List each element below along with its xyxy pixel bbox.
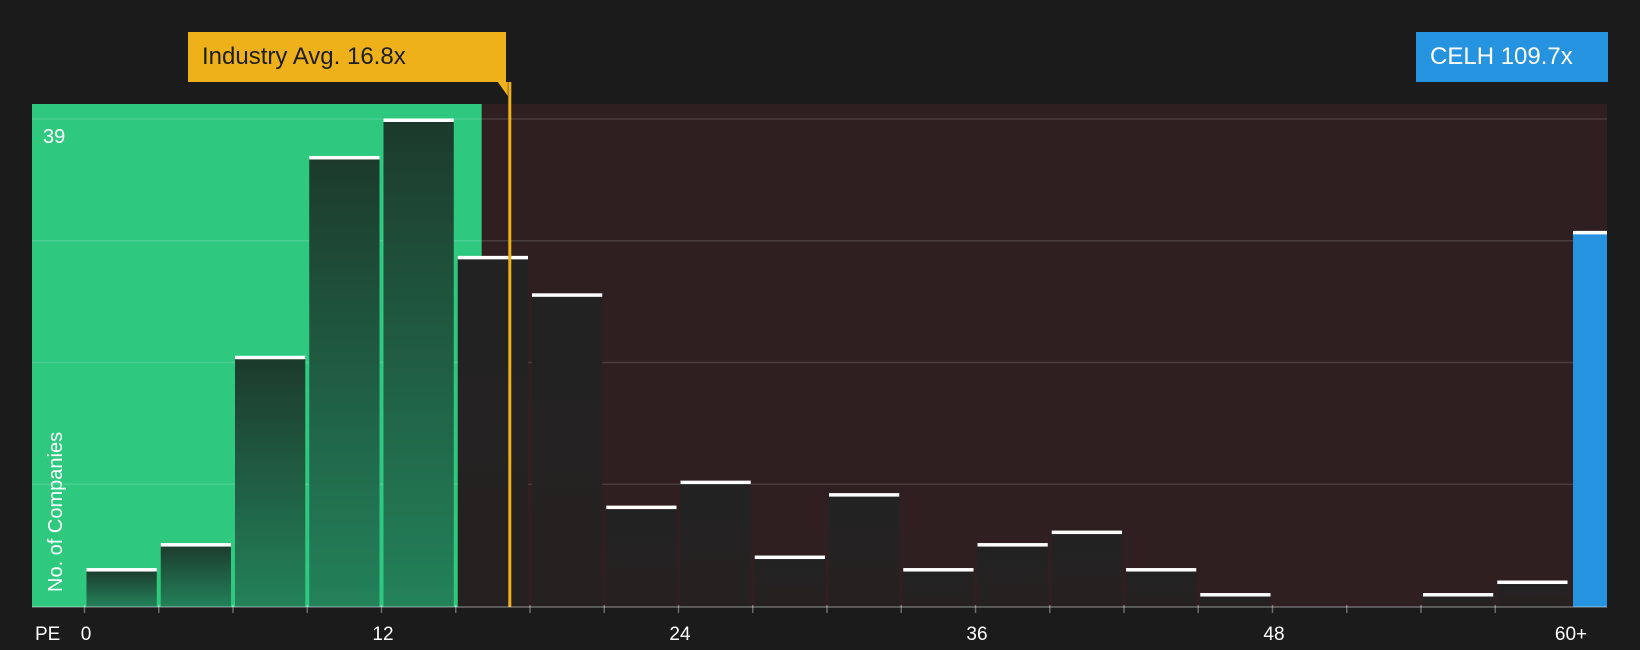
x-tick-label: 24 — [669, 624, 691, 645]
bar-top-marker — [1126, 568, 1197, 572]
bar-top-marker — [457, 255, 528, 260]
histogram-bar — [977, 544, 1048, 607]
y-axis-label: No. of Companies — [45, 432, 67, 592]
histogram-bar — [1126, 569, 1197, 607]
bar-top-marker — [235, 355, 306, 360]
x-tick-label: 48 — [1263, 624, 1284, 645]
histogram-bar — [680, 482, 751, 607]
bar-top-marker — [977, 543, 1048, 547]
histogram-bar — [383, 120, 454, 607]
company-bar-top-marker — [1573, 230, 1607, 235]
company-ticker: CELH — [1430, 43, 1495, 70]
bar-top-marker — [532, 293, 603, 297]
industry-average-badge: Industry Avg. 16.8x — [188, 32, 506, 82]
histogram-bar — [754, 557, 825, 607]
x-axis-label: PE — [35, 624, 60, 645]
histogram-bar — [235, 357, 306, 607]
company-bar — [1573, 232, 1607, 607]
histogram-bar — [829, 494, 900, 607]
histogram-bar — [1051, 532, 1122, 607]
bar-top-marker — [680, 480, 751, 485]
histogram-bar — [903, 569, 974, 607]
industry-average-value: 16.8x — [346, 43, 406, 70]
bar-top-marker — [754, 555, 825, 560]
histogram-bar — [457, 257, 528, 607]
bar-top-marker — [1051, 530, 1122, 535]
bar-top-marker — [1423, 593, 1494, 597]
bar-top-marker — [829, 493, 900, 497]
x-tick-label: 36 — [966, 624, 987, 645]
bar-top-marker — [1497, 580, 1568, 585]
bar-top-marker — [1200, 593, 1271, 597]
company-pe-value: 109.7x — [1500, 43, 1573, 70]
bar-top-marker — [903, 568, 974, 572]
histogram-bar — [1497, 582, 1568, 607]
histogram-bar — [86, 569, 157, 607]
histogram-bar — [309, 157, 380, 607]
histogram-bar — [532, 294, 603, 607]
bar-top-marker — [309, 155, 380, 160]
x-tick-label: 60+ — [1555, 624, 1587, 645]
industry-average-pointer — [497, 82, 508, 96]
histogram-bar — [606, 507, 677, 607]
x-tick-label: 12 — [372, 624, 393, 645]
bar-top-marker — [160, 543, 231, 547]
company-pe-badge: CELH 109.7x — [1416, 32, 1608, 82]
bar-top-marker — [86, 568, 157, 572]
industry-average-label: Industry Avg. — [202, 43, 341, 70]
x-tick-label: 0 — [81, 624, 92, 645]
pe-distribution-chart: 0 12 24 36 48 60+ PE 39 No. of Companies — [32, 82, 1607, 645]
bar-top-marker — [606, 505, 677, 510]
y-max-label: 39 — [43, 126, 65, 148]
histogram-bar — [160, 544, 231, 607]
bar-top-marker — [383, 118, 454, 122]
